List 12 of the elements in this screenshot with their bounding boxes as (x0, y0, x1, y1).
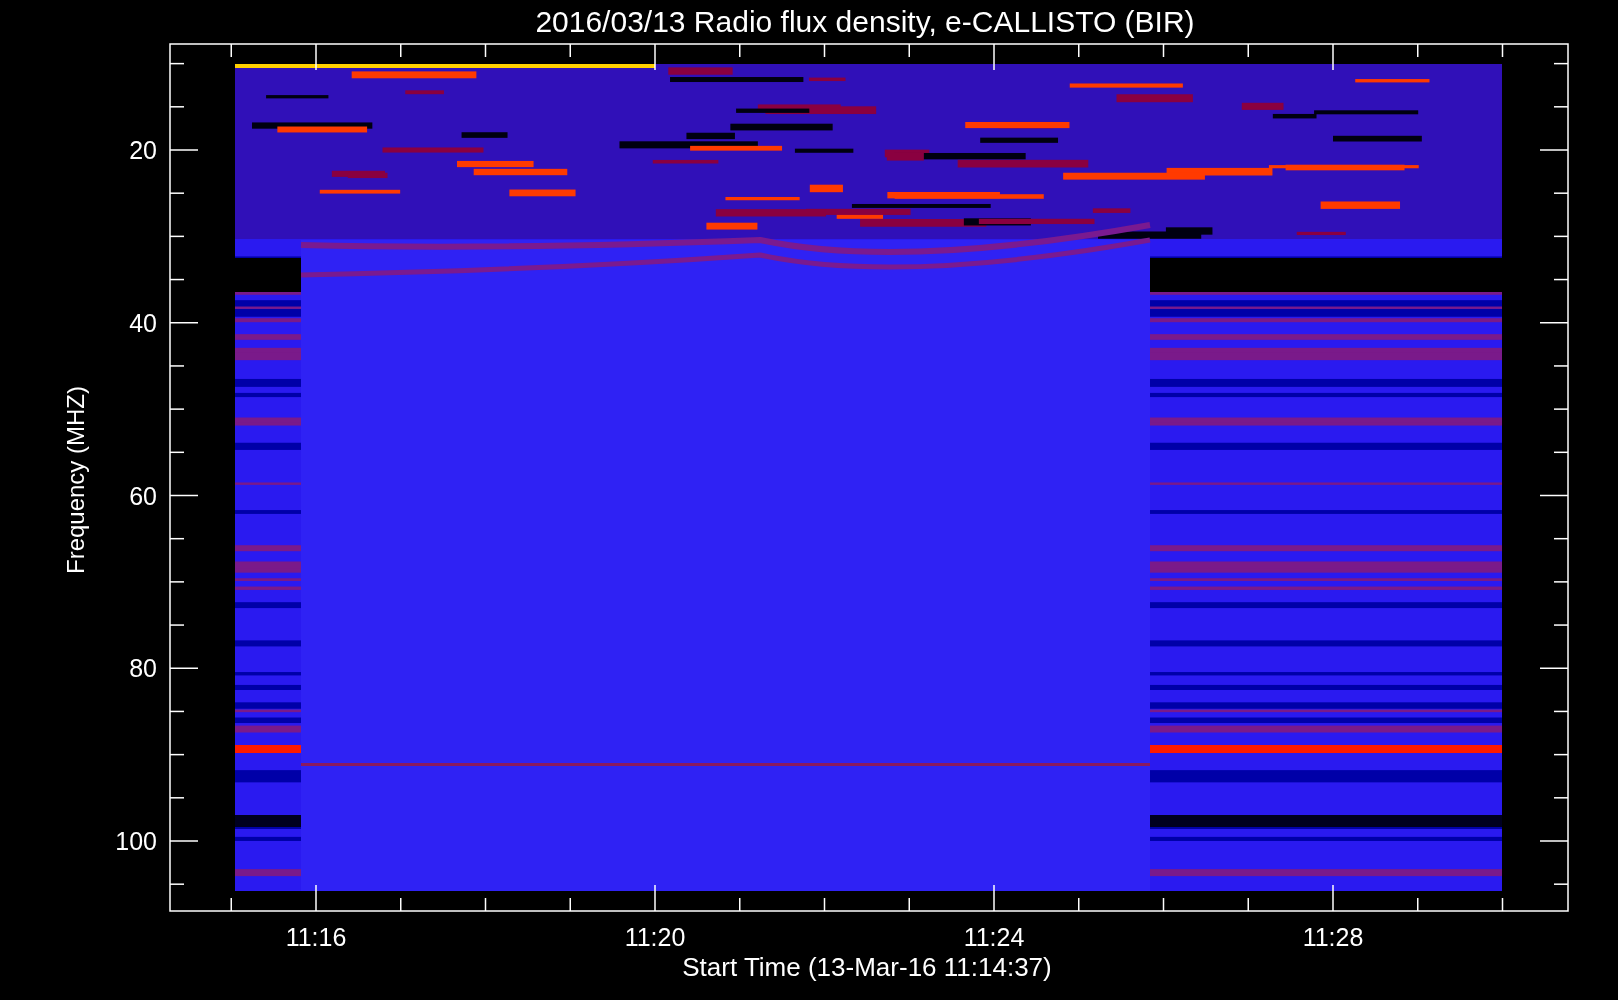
y-axis-label: Frequency (MHZ) (62, 386, 89, 574)
x-tick-label: 11:28 (1302, 923, 1364, 951)
x-axis-label: Start Time (13-Mar-16 11:14:37) (682, 952, 1052, 982)
y-tick-label: 60 (129, 481, 157, 510)
plot-title: 2016/03/13 Radio flux density, e-CALLISTO (BIR) (535, 5, 1195, 38)
x-tick-label: 11:20 (624, 923, 686, 951)
x-tick-label: 11:24 (963, 923, 1025, 951)
y-tick-label: 80 (129, 654, 157, 683)
y-tick-label: 40 (129, 308, 157, 337)
y-tick-label: 20 (129, 136, 157, 164)
x-tick-label: 11:16 (285, 923, 347, 951)
y-tick-label: 100 (115, 827, 157, 855)
